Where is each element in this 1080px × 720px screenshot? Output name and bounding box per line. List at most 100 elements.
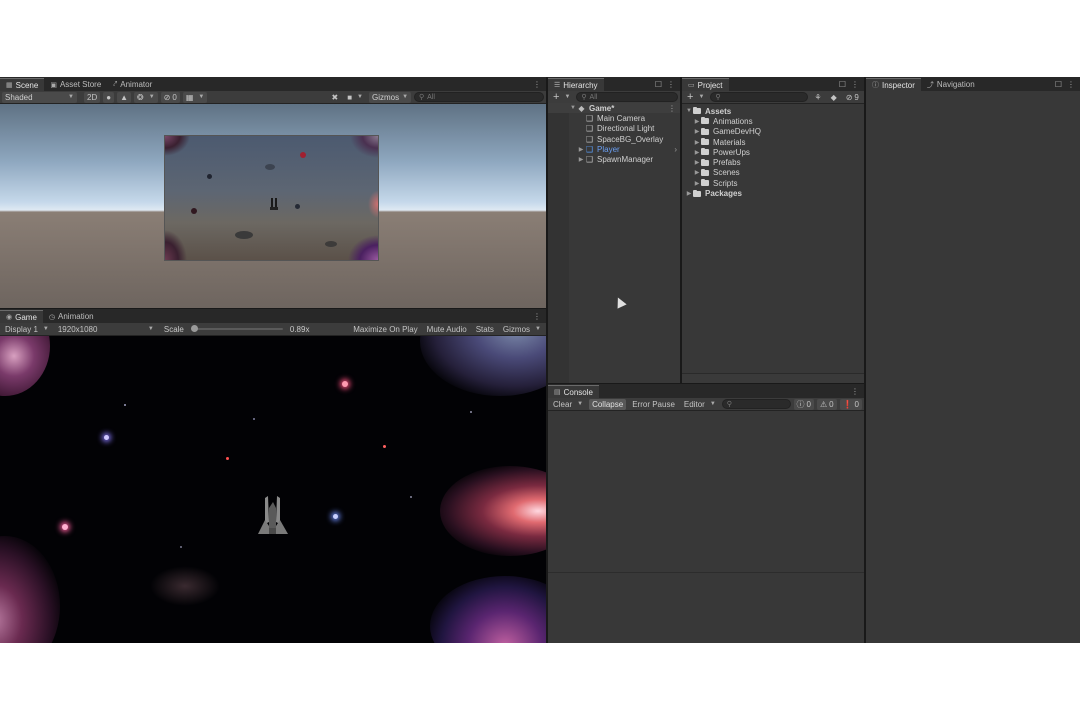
game-gizmos-dropdown[interactable]: Gizmos ▼: [500, 324, 544, 335]
tab-project[interactable]: ▭ Project: [682, 78, 729, 91]
plus-icon: +: [553, 91, 560, 103]
stats-button[interactable]: Stats: [473, 324, 497, 335]
chevron-right-icon[interactable]: ▶: [693, 180, 701, 187]
tab-hierarchy[interactable]: ☰ Hierarchy: [548, 78, 604, 91]
project-folder-prefabs[interactable]: ▶ Prefabs: [682, 157, 864, 167]
lighting-toggle-button[interactable]: ●: [103, 91, 115, 103]
chevron-right-icon[interactable]: ▶: [685, 190, 693, 197]
lock-icon[interactable]: ☐: [1055, 80, 1062, 89]
lock-icon[interactable]: ☐: [839, 80, 846, 89]
chevron-down-icon[interactable]: ▼: [685, 108, 693, 114]
game-viewport[interactable]: [0, 336, 546, 643]
mute-audio-button[interactable]: Mute Audio: [424, 324, 470, 335]
grid-icon: ▦: [185, 92, 194, 102]
console-detail-area[interactable]: [548, 572, 864, 643]
clear-button[interactable]: Clear ▼: [550, 399, 586, 410]
scene-viewport[interactable]: [0, 104, 546, 308]
nebula-right: [440, 466, 546, 556]
error-pause-toggle[interactable]: Error Pause: [629, 399, 678, 410]
chevron-right-icon[interactable]: ▶: [693, 139, 701, 146]
search-by-label-button[interactable]: ◆: [828, 92, 840, 103]
scene-sprite-dot: [295, 204, 300, 209]
console-search-input[interactable]: ⚲: [721, 399, 791, 409]
2d-toggle-button[interactable]: 2D: [84, 91, 101, 103]
camera-dropdown[interactable]: ■ ▼: [344, 92, 366, 103]
hierarchy-item-directional-light[interactable]: ❑ Directional Light: [548, 124, 680, 134]
more-options-icon[interactable]: ⋮: [851, 80, 859, 89]
search-icon: ⚲: [726, 401, 732, 408]
project-folder-gamedevhq[interactable]: ▶ GameDevHQ: [682, 127, 864, 137]
chevron-down-icon: ▼: [198, 94, 205, 100]
resolution-dropdown[interactable]: 1920x1080 ▼: [55, 324, 157, 335]
scene-search-input[interactable]: ⚲ All: [414, 92, 544, 102]
error-filter-toggle[interactable]: ❗ 0: [839, 398, 862, 410]
create-button[interactable]: + ▼: [684, 91, 707, 103]
warning-filter-toggle[interactable]: ⚠ 0: [816, 398, 837, 410]
grid-toggle-dropdown[interactable]: ▦ ▼: [182, 91, 208, 103]
create-button[interactable]: + ▼: [550, 91, 573, 103]
collapse-toggle[interactable]: Collapse: [589, 398, 627, 410]
list-icon: ☰: [554, 82, 561, 89]
audio-toggle-button[interactable]: ▲: [117, 91, 131, 103]
hierarchy-item-spawnmanager[interactable]: ▶ ❑ SpawnManager: [548, 154, 680, 164]
project-folder-materials[interactable]: ▶ Materials: [682, 137, 864, 147]
shading-mode-dropdown[interactable]: Shaded ▼: [2, 91, 77, 103]
tab-inspector[interactable]: ⓘ Inspector: [866, 78, 921, 91]
search-by-type-button[interactable]: ⚘: [811, 92, 824, 103]
more-options-icon[interactable]: ⋮: [533, 312, 541, 321]
gizmos-dropdown[interactable]: Gizmos ▼: [369, 91, 411, 103]
project-root-packages[interactable]: ▶ Packages: [682, 188, 864, 198]
tab-animation[interactable]: ◷ Animation: [43, 310, 100, 323]
console-log-area[interactable]: [548, 411, 864, 572]
more-options-icon[interactable]: ⋮: [533, 80, 541, 89]
background-sprite[interactable]: [164, 135, 379, 261]
scene-root-row[interactable]: ▼ ◆ Game* ⋮: [548, 103, 680, 114]
player-ship[interactable]: [256, 494, 290, 538]
chevron-right-icon[interactable]: ▶: [577, 156, 585, 163]
tab-console[interactable]: ▤ Console: [548, 385, 599, 398]
chevron-right-icon[interactable]: ▶: [693, 169, 701, 176]
maximize-on-play-button[interactable]: Maximize On Play: [350, 324, 420, 335]
hierarchy-item-spacebg-overlay[interactable]: ❑ SpaceBG_Overlay: [548, 134, 680, 144]
chevron-right-icon[interactable]: ▶: [693, 149, 701, 156]
chevron-right-icon[interactable]: ▶: [693, 159, 701, 166]
more-options-icon[interactable]: ⋮: [1067, 80, 1075, 89]
scale-slider-handle[interactable]: [190, 325, 198, 332]
console-toolbar: Clear ▼ Collapse Error Pause Editor ▼ ⚲ …: [548, 398, 864, 411]
project-folder-scripts[interactable]: ▶ Scripts: [682, 178, 864, 188]
hierarchy-search-input[interactable]: ⚲ All: [576, 92, 678, 102]
more-options-icon[interactable]: ⋮: [667, 80, 675, 89]
project-folder-powerups[interactable]: ▶ PowerUps: [682, 147, 864, 157]
scene-visibility-button[interactable]: ⊘ 0: [160, 91, 180, 103]
tab-asset-store[interactable]: ▣ Asset Store: [44, 78, 107, 91]
tab-scene[interactable]: ▦ Scene: [0, 78, 45, 91]
tab-animator[interactable]: ⤤ Animator: [107, 78, 158, 91]
hidden-packages-button[interactable]: ⊘ 9: [843, 92, 862, 103]
project-folder-animations[interactable]: ▶ Animations: [682, 116, 864, 126]
lock-icon[interactable]: ☐: [655, 80, 662, 89]
effects-dropdown[interactable]: ❂ ▼: [134, 91, 158, 103]
project-folder-scenes[interactable]: ▶ Scenes: [682, 168, 864, 178]
open-prefab-icon[interactable]: ›: [674, 145, 680, 154]
chevron-right-icon[interactable]: ▶: [693, 118, 701, 125]
chevron-down-icon[interactable]: ▼: [569, 105, 577, 111]
error-pause-label: Error Pause: [632, 399, 675, 409]
display-dropdown[interactable]: Display 1 ▼: [2, 324, 52, 335]
project-search-input[interactable]: ⚲: [710, 92, 809, 102]
tab-game[interactable]: ◉ Game: [0, 310, 43, 323]
hierarchy-tab-options: ☐ ⋮: [655, 78, 680, 91]
player-sprite-scene[interactable]: [269, 198, 279, 212]
hierarchy-item-player[interactable]: ▶ ❑ Player ›: [548, 144, 680, 154]
hierarchy-item-main-camera[interactable]: ❑ Main Camera: [548, 113, 680, 123]
log-filter-toggle[interactable]: ⓘ 0: [793, 398, 814, 410]
editor-dropdown[interactable]: Editor ▼: [681, 399, 719, 410]
tools-button[interactable]: ✖: [329, 92, 342, 103]
more-options-icon[interactable]: ⋮: [851, 387, 859, 396]
scale-slider[interactable]: [190, 325, 283, 332]
navigation-icon: ⤴: [926, 81, 934, 89]
tab-navigation[interactable]: ⤴ Navigation: [921, 78, 981, 91]
chevron-right-icon[interactable]: ▶: [577, 146, 585, 153]
project-root-assets[interactable]: ▼ Assets: [682, 106, 864, 116]
more-options-icon[interactable]: ⋮: [668, 104, 680, 113]
chevron-right-icon[interactable]: ▶: [693, 128, 701, 135]
